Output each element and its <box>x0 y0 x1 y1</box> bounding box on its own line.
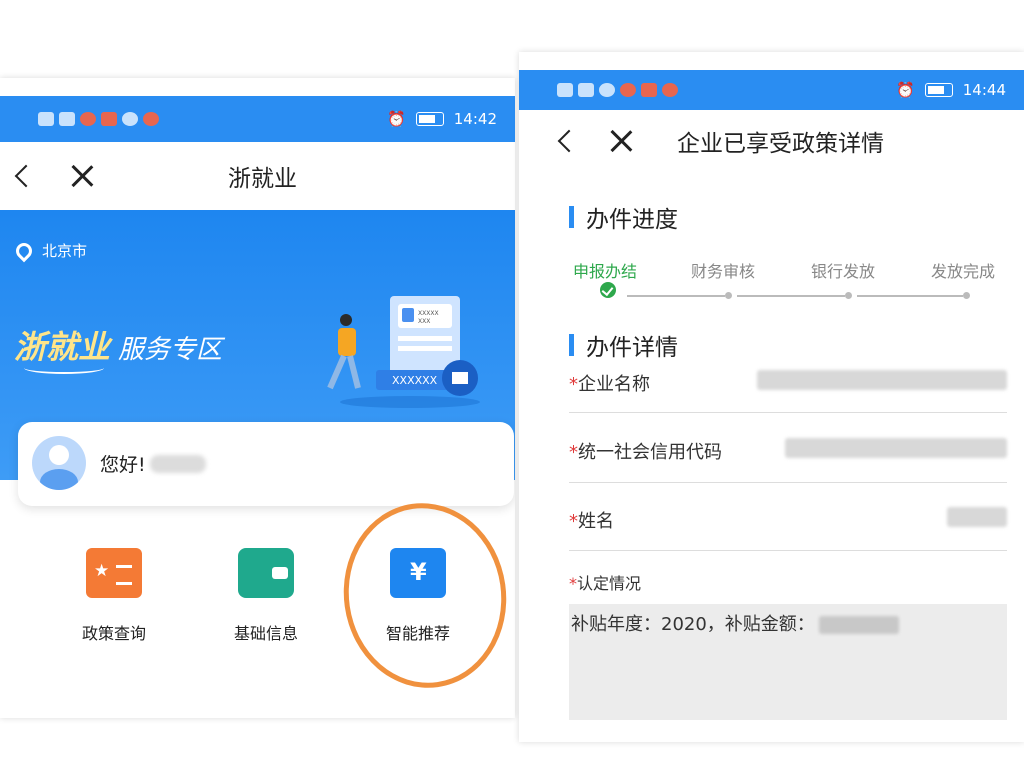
back-icon[interactable] <box>14 164 38 188</box>
redacted-value <box>785 438 1007 458</box>
step-complete-check-icon <box>600 282 616 298</box>
nav-bar: 浙就业 <box>0 142 515 210</box>
app-icon <box>620 83 636 97</box>
service-label: 基础信息 <box>233 624 298 643</box>
field-recognition-label: *认定情况 <box>569 570 1007 594</box>
step-1: 申报办结 <box>573 262 638 281</box>
close-icon[interactable] <box>609 129 633 153</box>
alarm-icon: ⏰ <box>387 110 406 128</box>
redacted-value <box>947 507 1007 527</box>
illus-card-bottom: XXX <box>418 318 430 325</box>
details-section-title: 办件详情 <box>569 328 678 362</box>
avatar <box>32 436 86 490</box>
battery-icon <box>415 112 444 126</box>
step-connector <box>627 295 725 297</box>
progress-section-title: 办件进度 <box>569 200 678 234</box>
step-connector <box>857 295 963 297</box>
recognition-textarea[interactable]: 补贴年度：2020，补贴金额： <box>569 604 1007 720</box>
right-phone-screen: ⏰ 14:44 企业已享受政策详情 办件进度 申报办结 财务审核 银行发放 发放… <box>519 52 1024 742</box>
highlight-circle-annotation <box>331 492 515 699</box>
required-mark: * <box>569 374 578 395</box>
step-3: 银行发放 <box>811 262 876 281</box>
brand-swoosh <box>24 362 104 374</box>
section-title-text: 办件详情 <box>586 335 678 361</box>
field-label: 姓名 <box>578 511 614 532</box>
recognition-text: 补贴年度：2020，补贴金额： <box>571 614 815 635</box>
service-policy-query[interactable]: 政策查询 <box>54 548 174 644</box>
close-icon[interactable] <box>70 164 94 188</box>
greeting-card[interactable]: 您好! <box>18 422 514 506</box>
page-title: 浙就业 <box>228 166 297 192</box>
service-basic-info[interactable]: 基础信息 <box>206 548 326 644</box>
location-selector[interactable]: 北京市 <box>12 239 88 262</box>
divider <box>569 412 1007 413</box>
service-label: 政策查询 <box>81 624 146 643</box>
status-time: 14:44 <box>962 81 1006 99</box>
status-icons <box>557 83 678 97</box>
hd-icon <box>38 112 54 126</box>
signal-icon <box>578 83 594 97</box>
status-icons <box>38 112 159 126</box>
field-label: 企业名称 <box>578 374 650 395</box>
progress-steps: 申报办结 财务审核 银行发放 发放完成 <box>519 258 1024 308</box>
illus-card-top: XXXXX <box>418 310 439 317</box>
step-connector <box>737 295 845 297</box>
redacted-name <box>149 454 206 473</box>
app-icon <box>599 83 615 97</box>
required-mark: * <box>569 574 577 593</box>
step-dot <box>845 292 852 299</box>
field-label: 认定情况 <box>577 574 642 593</box>
app-icon <box>122 112 138 126</box>
app-icon <box>662 83 678 97</box>
hd-icon <box>557 83 573 97</box>
field-company-name: *企业名称 <box>569 370 1007 396</box>
redacted-value <box>757 370 1007 390</box>
location-pin-icon <box>12 239 36 262</box>
field-label: 统一社会信用代码 <box>578 442 722 463</box>
signal-icon <box>59 112 75 126</box>
step-dot <box>963 292 970 299</box>
divider <box>569 550 1007 551</box>
app-icon <box>143 112 159 126</box>
brand-sub: 服务专区 <box>118 335 223 365</box>
page-title: 企业已享受政策详情 <box>677 131 884 157</box>
app-icon <box>80 112 96 126</box>
app-icon <box>641 83 657 97</box>
greeting-text: 您好! <box>100 454 146 476</box>
step-dot <box>725 292 732 299</box>
step-4: 发放完成 <box>931 262 996 281</box>
policy-book-icon <box>86 548 142 598</box>
status-bar: ⏰ 14:42 <box>0 96 515 142</box>
status-bar: ⏰ 14:44 <box>519 70 1024 110</box>
wallet-icon <box>238 548 294 598</box>
illus-label: XXXXXX <box>392 374 438 387</box>
location-text: 北京市 <box>42 242 88 260</box>
required-mark: * <box>569 442 578 463</box>
step-2: 财务审核 <box>691 262 756 281</box>
divider <box>569 482 1007 483</box>
nav-bar: 企业已享受政策详情 <box>519 110 1024 172</box>
redacted-amount <box>818 616 899 634</box>
banner-illustration: XXXXX XXX XXXXXX <box>327 296 480 408</box>
left-phone-screen: ⏰ 14:42 浙就业 北京市 浙就业 服务专区 XXXXX XXX XXXXX… <box>0 78 515 718</box>
battery-icon <box>924 83 953 97</box>
back-icon[interactable] <box>557 129 581 153</box>
app-icon <box>101 112 117 126</box>
field-credit-code: *统一社会信用代码 <box>569 438 1007 464</box>
alarm-icon: ⏰ <box>896 81 915 99</box>
section-title-text: 办件进度 <box>586 207 678 233</box>
field-name: *姓名 <box>569 507 1007 533</box>
required-mark: * <box>569 511 578 532</box>
status-time: 14:42 <box>453 110 497 128</box>
